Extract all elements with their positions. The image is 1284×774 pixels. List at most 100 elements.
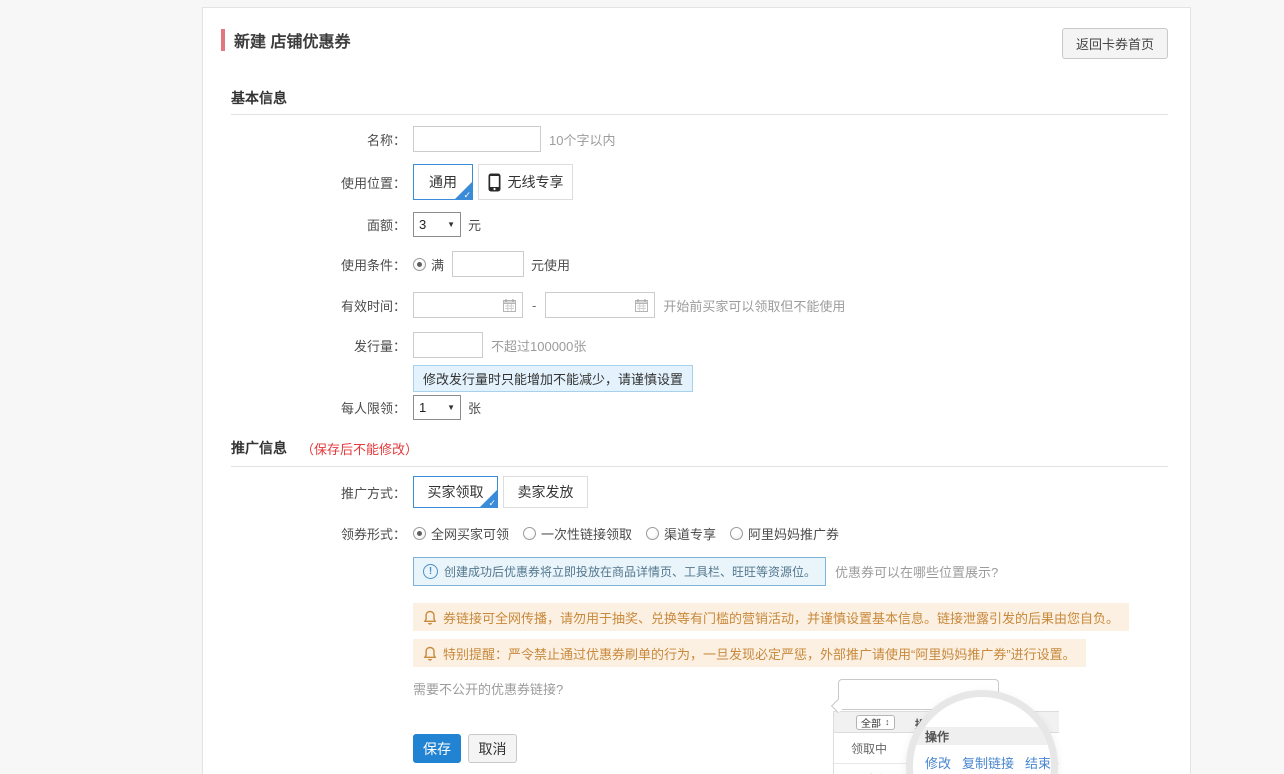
warning-2-row: 特别提醒：严令禁止通过优惠券刷单的行为，一旦发现必定严惩，外部推广请使用“阿里妈…	[413, 639, 1190, 667]
claim-option-alimama[interactable]: 阿里妈妈推广券	[730, 524, 839, 543]
claim-option-all-buyers-label: 全网买家可领	[431, 524, 509, 543]
name-hint: 10个字以内	[549, 130, 615, 149]
issue-tooltip: 修改发行量时只能增加不能减少，请谨慎设置	[413, 365, 693, 392]
method-option-seller-send[interactable]: 卖家发放	[503, 476, 588, 508]
condition-radio[interactable]	[413, 258, 426, 271]
claim-option-all-buyers[interactable]: 全网买家可领	[413, 524, 509, 543]
issue-count-row: 发行量： 不超过100000张	[203, 332, 1190, 358]
bell-icon	[423, 646, 437, 661]
method-option-buyer-claim-label: 买家领取	[428, 482, 484, 502]
chevron-down-icon: ▼	[447, 403, 455, 412]
claim-option-alimama-label: 阿里妈妈推广券	[748, 524, 839, 543]
promo-method-label: 推广方式：	[203, 483, 406, 502]
condition-amount-input[interactable]	[452, 251, 524, 277]
display-positions-link[interactable]: 优惠券可以在哪些位置展示?	[835, 562, 998, 581]
info-circle-icon: !	[423, 564, 438, 579]
promo-section-title: 推广信息	[231, 438, 287, 458]
amount-select-value: 3	[419, 217, 426, 232]
claim-option-onetime-link-radio[interactable]	[523, 527, 536, 540]
claim-option-all-buyers-radio[interactable]	[413, 527, 426, 540]
calendar-icon	[635, 299, 648, 312]
position-option-wireless-label: 无线专享	[508, 172, 564, 192]
name-row: 名称： 10个字以内	[203, 126, 1190, 152]
claim-option-channel-radio[interactable]	[646, 527, 659, 540]
promo-method-row: 推广方式： 买家领取 卖家发放	[203, 476, 1190, 508]
claim-option-onetime-link[interactable]: 一次性链接领取	[523, 524, 632, 543]
limit-label: 每人限领：	[203, 398, 406, 417]
private-coupon-link[interactable]: 需要不公开的优惠券链接?	[413, 679, 563, 698]
limit-select-value: 1	[419, 400, 426, 415]
claim-type-label: 领券形式：	[203, 524, 406, 543]
issue-count-label: 发行量：	[203, 336, 406, 355]
valid-time-label: 有效时间：	[203, 296, 406, 315]
coupon-form-card: 新建 店铺优惠券 返回卡券首页 基本信息 名称： 10个字以内 使用位置： 通用	[202, 7, 1191, 774]
name-input[interactable]	[413, 126, 541, 152]
warning-1-row: 券链接可全网传播，请勿用于抽奖、兑换等有门槛的营销活动，并谨慎设置基本信息。链接…	[413, 603, 1190, 631]
amount-unit: 元	[468, 215, 481, 234]
start-date-input[interactable]	[413, 292, 523, 318]
warning-1-box: 券链接可全网传播，请勿用于抽奖、兑换等有门槛的营销活动，并谨慎设置基本信息。链接…	[413, 603, 1129, 631]
claim-option-channel[interactable]: 渠道专享	[646, 524, 716, 543]
preview-filter-value: 全部	[861, 715, 881, 730]
title-wrap: 新建 店铺优惠券	[221, 28, 350, 52]
promo-section-note: （保存后不能修改）	[301, 439, 418, 458]
valid-time-row: 有效时间： - 开始前买家可以领取但不能使用	[203, 292, 1190, 318]
updown-arrows-icon: ↕	[885, 717, 890, 727]
magnifier-links: 修改 复制链接 结束	[925, 753, 1058, 772]
section-divider	[231, 466, 1168, 467]
card-header: 新建 店铺优惠券 返回卡券首页	[203, 8, 1190, 59]
calendar-icon	[503, 299, 516, 312]
condition-radio-label: 满	[431, 255, 444, 274]
valid-time-note: 开始前买家可以领取但不能使用	[663, 296, 845, 315]
private-link-row: 需要不公开的优惠券链接?	[413, 679, 1190, 699]
position-option-common[interactable]: 通用	[413, 164, 473, 200]
claim-option-alimama-radio[interactable]	[730, 527, 743, 540]
page-title: 新建 店铺优惠券	[234, 28, 350, 52]
position-option-wireless[interactable]: 无线专享	[478, 164, 573, 200]
promo-section-title-row: 推广信息 （保存后不能修改）	[231, 438, 1190, 458]
condition-label: 使用条件：	[203, 255, 406, 274]
basic-info-section-title: 基本信息	[231, 88, 1190, 108]
name-label: 名称：	[203, 130, 406, 149]
back-to-cards-button[interactable]: 返回卡券首页	[1062, 28, 1168, 59]
page: 新建 店铺优惠券 返回卡券首页 基本信息 名称： 10个字以内 使用位置： 通用	[0, 0, 1284, 774]
info-tip-text: 创建成功后优惠券将立即投放在商品详情页、工具栏、旺旺等资源位。	[444, 563, 816, 580]
method-option-buyer-claim[interactable]: 买家领取	[413, 476, 498, 508]
amount-row: 面额： 3 ▼ 元	[203, 212, 1190, 237]
magnifier-link-end[interactable]: 结束	[1025, 753, 1051, 772]
claim-type-row: 领券形式： 全网买家可领 一次性链接领取 渠道专享 阿里妈妈推广券	[203, 524, 1190, 543]
issue-count-input[interactable]	[413, 332, 483, 358]
end-date-input[interactable]	[545, 292, 655, 318]
save-button[interactable]: 保存	[413, 734, 461, 763]
issue-count-hint: 不超过100000张	[491, 336, 586, 355]
cancel-button[interactable]: 取消	[468, 734, 517, 763]
magnifier-header-band: 操作	[913, 727, 1051, 745]
position-option-common-label: 通用	[429, 172, 457, 192]
claim-option-onetime-link-label: 一次性链接领取	[541, 524, 632, 543]
bell-icon	[423, 610, 437, 625]
amount-label: 面额：	[203, 215, 406, 234]
method-option-seller-send-label: 卖家发放	[518, 482, 574, 502]
title-accent-bar	[221, 29, 225, 51]
amount-select[interactable]: 3 ▼	[413, 212, 461, 237]
warning-2-text: 特别提醒：严令禁止通过优惠券刷单的行为，一旦发现必定严惩，外部推广请使用“阿里妈…	[443, 644, 1076, 663]
section-divider	[231, 114, 1168, 115]
warning-1-text: 券链接可全网传播，请勿用于抽奖、兑换等有门槛的营销活动，并谨慎设置基本信息。链接…	[443, 608, 1119, 627]
condition-suffix: 元使用	[531, 255, 570, 274]
condition-row: 使用条件： 满 元使用	[203, 251, 1190, 277]
form-actions: 保存 取消	[413, 734, 1190, 763]
magnifier-link-edit[interactable]: 修改	[925, 753, 951, 772]
phone-icon	[488, 173, 501, 192]
preview-filter-select[interactable]: 全部 ↕	[856, 715, 895, 730]
claim-option-channel-label: 渠道专享	[664, 524, 716, 543]
issue-tooltip-wrap: 修改发行量时只能增加不能减少，请谨慎设置	[413, 358, 1190, 392]
limit-row: 每人限领： 1 ▼ 张	[203, 395, 1190, 420]
position-label: 使用位置：	[203, 173, 406, 192]
magnifier-link-copy[interactable]: 复制链接	[962, 753, 1014, 772]
magnifier-action-header: 操作	[925, 728, 949, 745]
date-separator: -	[532, 298, 536, 313]
warning-2-box: 特别提醒：严令禁止通过优惠券刷单的行为，一旦发现必定严惩，外部推广请使用“阿里妈…	[413, 639, 1086, 667]
info-tip-box: ! 创建成功后优惠券将立即投放在商品详情页、工具栏、旺旺等资源位。	[413, 557, 826, 586]
chevron-down-icon: ▼	[447, 220, 455, 229]
limit-select[interactable]: 1 ▼	[413, 395, 461, 420]
